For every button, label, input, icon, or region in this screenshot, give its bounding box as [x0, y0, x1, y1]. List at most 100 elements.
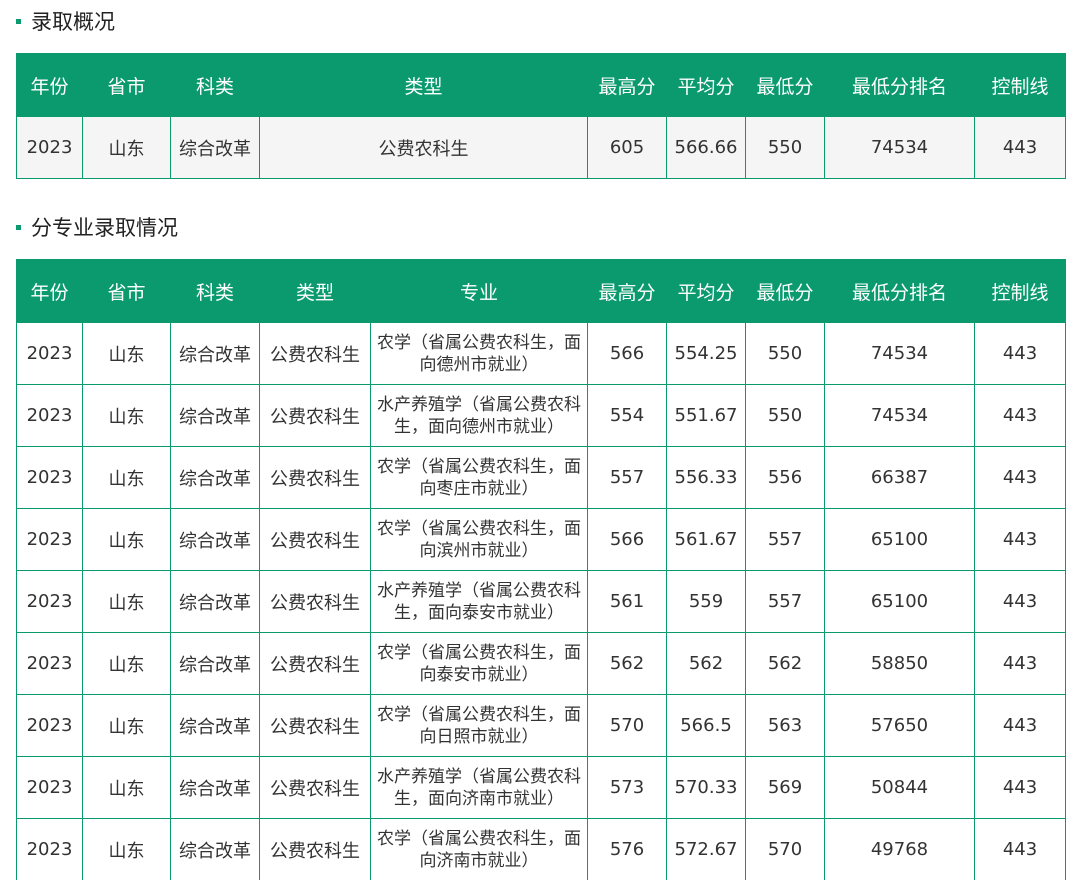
cell-max: 566 — [587, 322, 667, 385]
cell-max: 566 — [587, 508, 667, 571]
major-table: 年份 省市 科类 类型 专业 最高分 平均分 最低分 最低分排名 控制线 202… — [16, 259, 1066, 880]
col-header-year: 年份 — [16, 53, 83, 117]
cell-max: 570 — [587, 694, 667, 757]
table-row: 2023 山东 综合改革 公费农科生 水产养殖学（省属公费农科生，面向泰安市就业… — [16, 570, 1066, 633]
col-header-avg: 平均分 — [666, 259, 746, 323]
col-header-min-rank: 最低分排名 — [824, 53, 975, 117]
section-title-overview: 录取概况 — [16, 6, 115, 36]
col-header-type: 类型 — [259, 53, 588, 117]
table-row: 2023 山东 综合改革 公费农科生 农学（省属公费农科生，面向德州市就业） 5… — [16, 322, 1066, 385]
cell-control-line: 443 — [974, 694, 1066, 757]
cell-year: 2023 — [16, 508, 83, 571]
cell-control-line: 443 — [974, 570, 1066, 633]
cell-year: 2023 — [16, 384, 83, 447]
cell-major: 农学（省属公费农科生，面向日照市就业） — [370, 694, 588, 757]
section-title-by-major: 分专业录取情况 — [16, 212, 178, 242]
cell-min: 550 — [745, 116, 825, 179]
cell-category: 综合改革 — [170, 570, 260, 633]
cell-type: 公费农科生 — [259, 322, 371, 385]
cell-major: 水产养殖学（省属公费农科生，面向泰安市就业） — [370, 570, 588, 633]
cell-avg: 570.33 — [666, 756, 746, 819]
cell-min-rank: 74534 — [824, 384, 975, 447]
cell-year: 2023 — [16, 446, 83, 509]
cell-control-line: 443 — [974, 508, 1066, 571]
col-header-max: 最高分 — [587, 259, 667, 323]
section-marker — [16, 18, 21, 24]
cell-control-line: 443 — [974, 322, 1066, 385]
cell-max: 557 — [587, 446, 667, 509]
col-header-min: 最低分 — [745, 53, 825, 117]
cell-type: 公费农科生 — [259, 508, 371, 571]
cell-category: 综合改革 — [170, 322, 260, 385]
cell-control-line: 443 — [974, 116, 1066, 179]
cell-min-rank: 65100 — [824, 570, 975, 633]
cell-max: 605 — [587, 116, 667, 179]
cell-major: 水产养殖学（省属公费农科生，面向济南市就业） — [370, 756, 588, 819]
col-header-year: 年份 — [16, 259, 83, 323]
cell-province: 山东 — [82, 322, 171, 385]
cell-min: 550 — [745, 322, 825, 385]
cell-avg: 566.66 — [666, 116, 746, 179]
cell-major: 农学（省属公费农科生，面向枣庄市就业） — [370, 446, 588, 509]
cell-category: 综合改革 — [170, 756, 260, 819]
section-title-text: 录取概况 — [31, 10, 115, 34]
col-header-control-line: 控制线 — [974, 53, 1066, 117]
cell-control-line: 443 — [974, 818, 1066, 880]
cell-category: 综合改革 — [170, 446, 260, 509]
cell-min-rank: 58850 — [824, 632, 975, 695]
cell-min: 550 — [745, 384, 825, 447]
cell-year: 2023 — [16, 756, 83, 819]
cell-max: 576 — [587, 818, 667, 880]
cell-province: 山东 — [82, 632, 171, 695]
table-row: 2023 山东 综合改革 公费农科生 农学（省属公费农科生，面向日照市就业） 5… — [16, 694, 1066, 757]
cell-avg: 566.5 — [666, 694, 746, 757]
cell-type: 公费农科生 — [259, 446, 371, 509]
col-header-control-line: 控制线 — [974, 259, 1066, 323]
col-header-min: 最低分 — [745, 259, 825, 323]
cell-year: 2023 — [16, 322, 83, 385]
cell-min-rank: 74534 — [824, 322, 975, 385]
cell-max: 562 — [587, 632, 667, 695]
col-header-province: 省市 — [82, 259, 171, 323]
table-row: 2023 山东 综合改革 公费农科生 水产养殖学（省属公费农科生，面向德州市就业… — [16, 384, 1066, 447]
cell-major: 农学（省属公费农科生，面向济南市就业） — [370, 818, 588, 880]
col-header-max: 最高分 — [587, 53, 667, 117]
cell-major: 农学（省属公费农科生，面向滨州市就业） — [370, 508, 588, 571]
cell-type: 公费农科生 — [259, 384, 371, 447]
cell-avg: 551.67 — [666, 384, 746, 447]
cell-min-rank: 65100 — [824, 508, 975, 571]
cell-type: 公费农科生 — [259, 116, 588, 179]
cell-min-rank: 50844 — [824, 756, 975, 819]
col-header-category: 科类 — [170, 259, 260, 323]
cell-year: 2023 — [16, 570, 83, 633]
section-marker — [16, 224, 21, 230]
table-row: 2023 山东 综合改革 公费农科生 农学（省属公费农科生，面向泰安市就业） 5… — [16, 632, 1066, 695]
cell-category: 综合改革 — [170, 116, 260, 179]
col-header-min-rank: 最低分排名 — [824, 259, 975, 323]
cell-year: 2023 — [16, 632, 83, 695]
cell-major: 农学（省属公费农科生，面向德州市就业） — [370, 322, 588, 385]
overview-header-row: 年份 省市 科类 类型 最高分 平均分 最低分 最低分排名 控制线 — [16, 53, 1066, 117]
cell-year: 2023 — [16, 818, 83, 880]
cell-min-rank: 57650 — [824, 694, 975, 757]
cell-avg: 562 — [666, 632, 746, 695]
table-row: 2023 山东 综合改革 公费农科生 农学（省属公费农科生，面向济南市就业） 5… — [16, 818, 1066, 880]
table-row: 2023 山东 综合改革 公费农科生 水产养殖学（省属公费农科生，面向济南市就业… — [16, 756, 1066, 819]
cell-category: 综合改革 — [170, 818, 260, 880]
cell-min: 570 — [745, 818, 825, 880]
cell-max: 573 — [587, 756, 667, 819]
table-row: 2023 山东 综合改革 公费农科生 农学（省属公费农科生，面向枣庄市就业） 5… — [16, 446, 1066, 509]
cell-year: 2023 — [16, 116, 83, 179]
cell-province: 山东 — [82, 694, 171, 757]
cell-avg: 554.25 — [666, 322, 746, 385]
cell-control-line: 443 — [974, 384, 1066, 447]
cell-province: 山东 — [82, 756, 171, 819]
major-header-row: 年份 省市 科类 类型 专业 最高分 平均分 最低分 最低分排名 控制线 — [16, 259, 1066, 323]
cell-type: 公费农科生 — [259, 632, 371, 695]
table-row: 2023 山东 综合改革 公费农科生 农学（省属公费农科生，面向滨州市就业） 5… — [16, 508, 1066, 571]
col-header-avg: 平均分 — [666, 53, 746, 117]
cell-type: 公费农科生 — [259, 570, 371, 633]
cell-min: 569 — [745, 756, 825, 819]
cell-category: 综合改革 — [170, 632, 260, 695]
cell-province: 山东 — [82, 384, 171, 447]
